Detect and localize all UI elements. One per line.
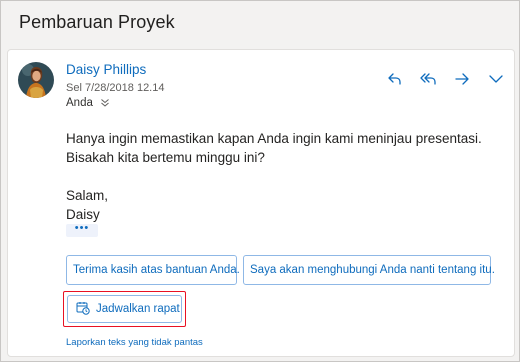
forward-icon[interactable] bbox=[452, 69, 472, 89]
reply-all-icon[interactable] bbox=[418, 69, 438, 89]
reply-icon[interactable] bbox=[384, 69, 404, 89]
sender-name[interactable]: Daisy Phillips bbox=[66, 62, 146, 77]
suggested-reply-button[interactable]: Terima kasih atas bantuan Anda. bbox=[66, 255, 240, 285]
body-closing: Salam, bbox=[66, 188, 109, 203]
suggested-reply-button[interactable]: Saya akan menghubungi Anda nanti tentang… bbox=[243, 255, 495, 285]
body-line: Bisakah kita bertemu minggu ini? bbox=[66, 150, 265, 165]
recipient-row: Anda bbox=[66, 97, 111, 109]
sender-avatar[interactable] bbox=[18, 62, 54, 98]
message-actions bbox=[384, 69, 506, 89]
report-inappropriate-link[interactable]: Laporkan teks yang tidak pantas bbox=[66, 337, 203, 348]
schedule-meeting-label: Jadwalkan rapat bbox=[96, 303, 180, 315]
recipient-label: Anda bbox=[66, 97, 93, 109]
chevron-down-icon[interactable] bbox=[486, 69, 506, 89]
email-body: Hanya ingin memastikan kapan Anda ingin … bbox=[66, 129, 482, 224]
show-more-button[interactable]: ••• bbox=[66, 223, 98, 237]
body-line: Hanya ingin memastikan kapan Anda ingin … bbox=[66, 131, 482, 146]
window-frame: Pembaruan Proyek Daisy Phillips Sel 7/28… bbox=[0, 0, 520, 362]
body-signature: Daisy bbox=[66, 207, 100, 222]
schedule-meeting-button[interactable]: Jadwalkan rapat bbox=[67, 295, 182, 323]
calendar-clock-icon bbox=[76, 301, 90, 318]
sent-date: Sel 7/28/2018 12.14 bbox=[66, 82, 165, 94]
email-subject: Pembaruan Proyek bbox=[19, 12, 175, 32]
avatar-photo bbox=[18, 62, 54, 98]
double-chevron-down-icon[interactable] bbox=[99, 97, 111, 109]
email-card: Daisy Phillips Sel 7/28/2018 12.14 Anda bbox=[7, 49, 515, 357]
